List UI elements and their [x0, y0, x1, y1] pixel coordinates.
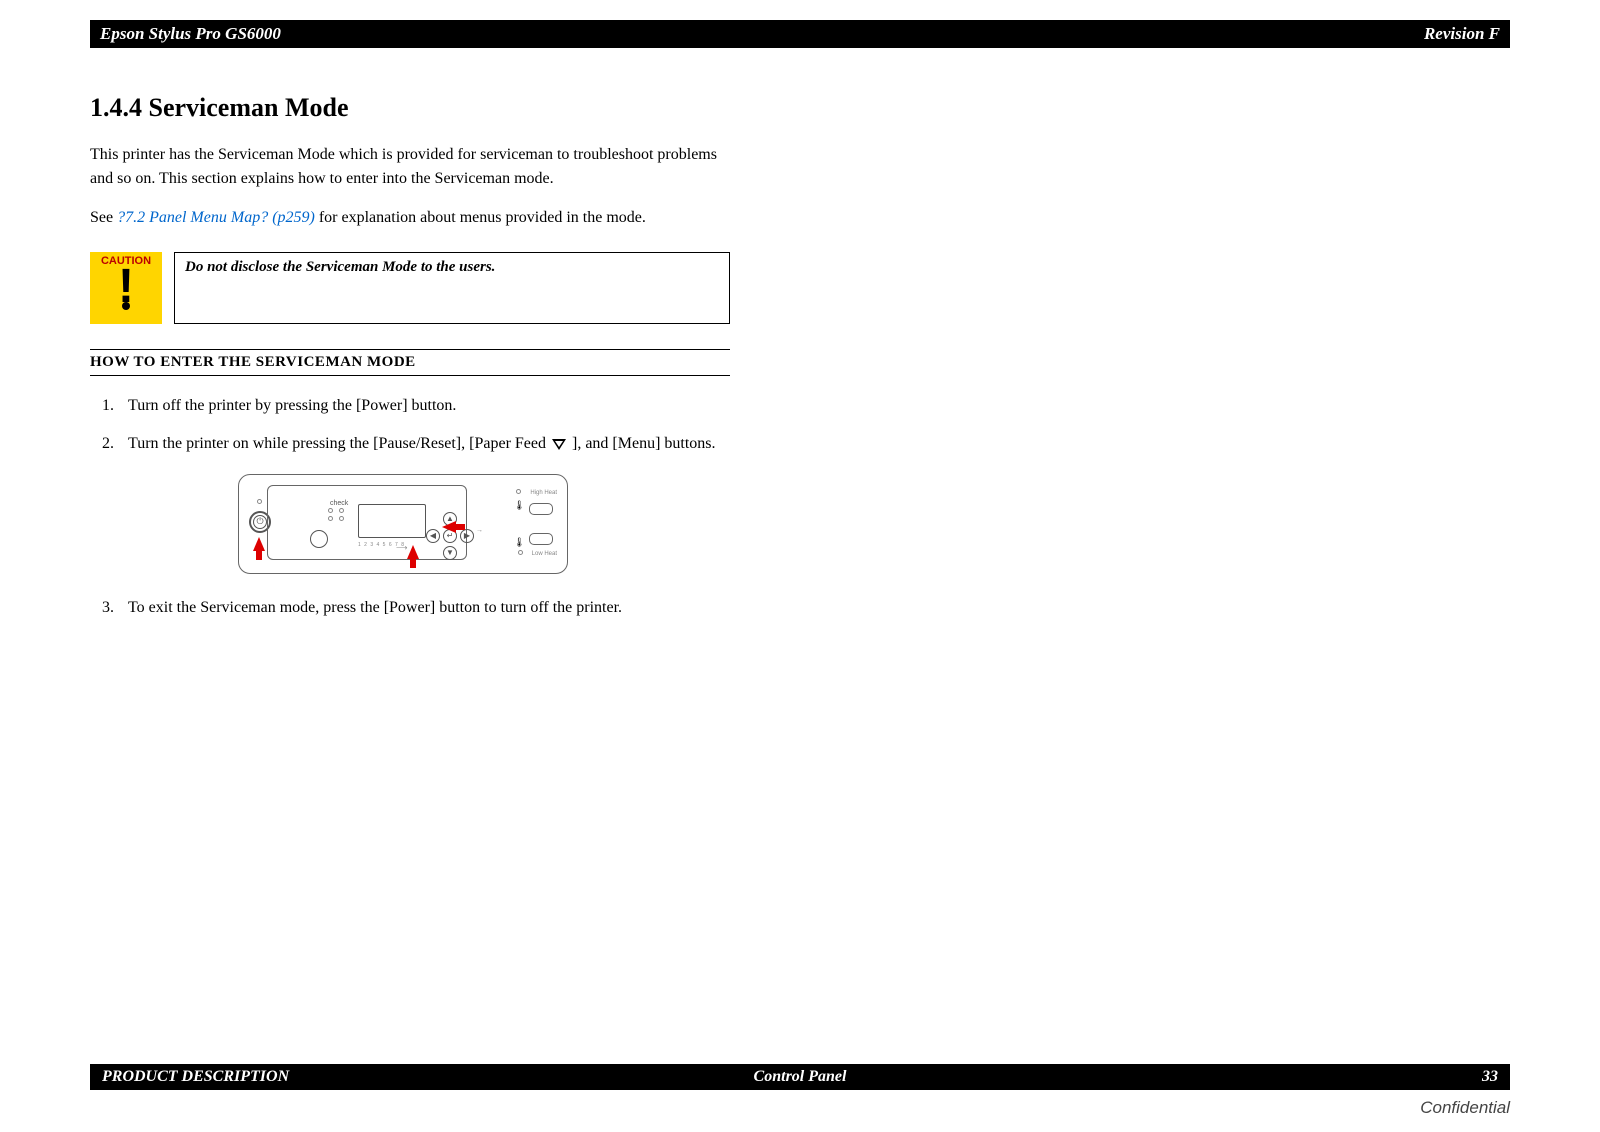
page-number: 33 — [1482, 1068, 1498, 1086]
dpad-right-icon: ▶ — [460, 529, 474, 543]
doc-title: Epson Stylus Pro GS6000 — [100, 24, 281, 44]
step-2b: ], and [Menu] buttons. — [568, 435, 716, 452]
panel-inner: check 1 2 3 4 5 6 7 8 ⟶ ▲ ▼ ◀ ▶ — [267, 485, 467, 560]
high-heat-label: High Heat — [530, 489, 557, 498]
lcd-screen-icon — [358, 504, 426, 538]
dpad-down-icon: ▼ — [443, 546, 457, 560]
see-suffix: for explanation about menus provided in … — [315, 209, 646, 226]
caution-icon: CAUTION ! — [90, 252, 162, 324]
down-triangle-icon — [552, 439, 566, 450]
heat-up-button-icon — [529, 503, 553, 515]
step-3: To exit the Serviceman mode, press the [… — [118, 596, 730, 620]
see-prefix: See — [90, 209, 117, 226]
ink-check-leds — [328, 508, 347, 521]
footer-bar: PRODUCT DESCRIPTION Control Panel 33 — [90, 1064, 1510, 1090]
red-arrow-menu-icon — [442, 521, 456, 533]
menu-arrow-icon: → — [476, 526, 483, 537]
high-heat-led-icon — [516, 489, 521, 494]
revision-label: Revision F — [1424, 24, 1500, 44]
lcd-arrow-icon: ⟶ — [396, 542, 407, 554]
low-heat-led-icon — [518, 550, 523, 555]
section-title: 1.4.4 Serviceman Mode — [90, 93, 730, 123]
caution-text: Do not disclose the Serviceman Mode to t… — [174, 252, 730, 324]
footer-center: Control Panel — [754, 1068, 847, 1086]
subheading-wrap: HOW TO ENTER THE SERVICEMAN MODE — [90, 349, 730, 376]
caution-block: CAUTION ! Do not disclose the Serviceman… — [90, 252, 730, 324]
subheading: HOW TO ENTER THE SERVICEMAN MODE — [90, 354, 730, 371]
confidential-label: Confidential — [1420, 1098, 1510, 1118]
header-bar: Epson Stylus Pro GS6000 Revision F — [90, 20, 1510, 48]
steps-list: Turn off the printer by pressing the [Po… — [90, 394, 730, 620]
thermometer-down-icon: 🌡 — [514, 536, 525, 550]
footer-left: PRODUCT DESCRIPTION — [102, 1068, 289, 1086]
red-arrow-down-icon — [407, 545, 419, 559]
control-panel-diagram: ⏻ check 1 2 3 4 5 6 7 8 ⟶ ▲ — [238, 474, 568, 574]
low-heat-label: Low Heat — [532, 550, 557, 559]
step-2a: Turn the printer on while pressing the [… — [128, 435, 550, 452]
panel-menu-map-link[interactable]: ?7.2 Panel Menu Map? (p259) — [117, 209, 315, 226]
main-content: 1.4.4 Serviceman Mode This printer has t… — [90, 48, 730, 620]
pause-reset-button-icon — [310, 530, 328, 548]
see-reference: See ?7.2 Panel Menu Map? (p259) for expl… — [90, 209, 730, 227]
intro-paragraph: This printer has the Serviceman Mode whi… — [90, 143, 730, 191]
step-1: Turn off the printer by pressing the [Po… — [118, 394, 730, 418]
step-2: Turn the printer on while pressing the [… — [118, 432, 730, 574]
thermometer-up-icon: 🌡 — [514, 499, 525, 513]
dpad-left-icon: ◀ — [426, 529, 440, 543]
red-arrow-power-icon — [253, 537, 265, 551]
power-led-icon — [257, 499, 262, 504]
heat-down-button-icon — [529, 533, 553, 545]
